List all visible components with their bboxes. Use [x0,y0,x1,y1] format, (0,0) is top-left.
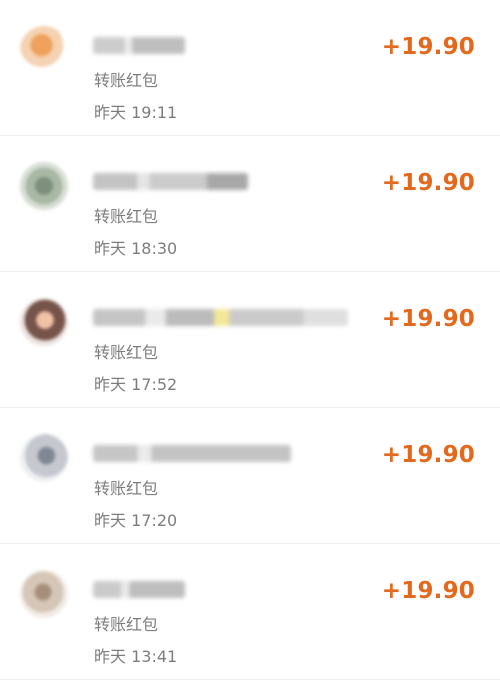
transaction-row[interactable]: 转账红包 昨天 18:30 +19.90 [0,136,500,272]
transaction-row[interactable]: 转账红包 昨天 19:11 +19.90 [0,0,500,136]
avatar[interactable] [20,434,68,482]
transaction-type-label: 转账红包 [94,615,159,634]
transaction-amount: +19.90 [381,578,475,604]
avatar[interactable] [20,570,68,618]
transaction-row[interactable]: 转账红包 昨天 13:41 +19.90 [0,544,500,680]
transaction-amount: +19.90 [381,170,475,196]
transaction-type-label: 转账红包 [94,343,159,362]
transaction-row[interactable]: 转账红包 昨天 17:20 +19.90 [0,408,500,544]
avatar[interactable] [20,26,68,74]
transaction-amount: +19.90 [381,306,475,332]
blurred-name [93,173,248,190]
transaction-time: 昨天 17:20 [94,511,178,530]
transaction-row[interactable]: 转账红包 昨天 17:52 +19.90 [0,272,500,408]
transaction-type-label: 转账红包 [94,207,159,226]
blurred-name [93,309,348,326]
transaction-list: 转账红包 昨天 19:11 +19.90 转账红包 昨天 18:30 +19.9… [0,0,500,682]
blurred-name [93,581,185,598]
transaction-time: 昨天 17:52 [94,375,178,394]
transaction-time: 昨天 18:30 [94,239,178,258]
transaction-type-label: 转账红包 [94,71,159,90]
transaction-time: 昨天 13:41 [94,647,178,666]
blurred-name [93,445,291,462]
transaction-time: 昨天 19:11 [94,103,178,122]
avatar[interactable] [20,298,68,346]
avatar[interactable] [20,162,68,210]
blurred-name [93,37,185,54]
transaction-type-label: 转账红包 [94,479,159,498]
transaction-amount: +19.90 [381,34,475,60]
transaction-amount: +19.90 [381,442,475,468]
